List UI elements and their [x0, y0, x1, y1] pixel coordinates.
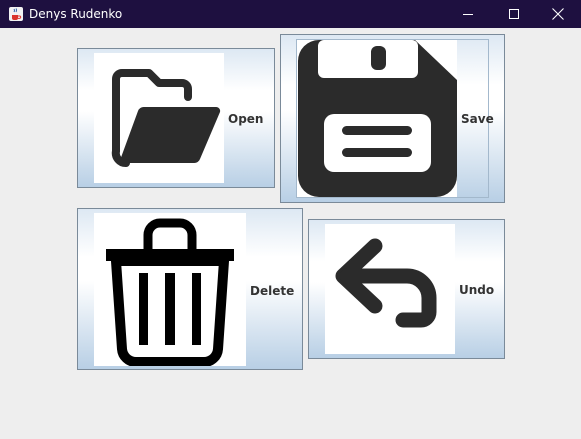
- maximize-button[interactable]: [491, 0, 537, 28]
- delete-label: Delete: [250, 284, 295, 298]
- save-button[interactable]: Save: [280, 34, 505, 203]
- save-label: Save: [461, 112, 494, 126]
- open-label: Open: [228, 112, 264, 126]
- window-title: Denys Rudenko: [29, 7, 123, 21]
- content-pane: Open Save Delete Undo: [0, 28, 581, 439]
- open-button[interactable]: Open: [77, 48, 275, 188]
- close-button[interactable]: [535, 0, 581, 28]
- floppy-disk-icon: [297, 40, 457, 197]
- folder-open-icon: [94, 53, 224, 183]
- title-bar[interactable]: Denys Rudenko: [0, 0, 581, 28]
- maximize-icon: [509, 9, 519, 19]
- trash-can-icon: [94, 213, 246, 366]
- undo-arrow-icon: [325, 224, 455, 354]
- java-cup-icon: [8, 6, 24, 22]
- undo-label: Undo: [459, 283, 495, 297]
- minimize-icon: [463, 14, 473, 15]
- minimize-button-real[interactable]: [445, 0, 491, 28]
- undo-button[interactable]: Undo: [308, 219, 505, 359]
- close-icon: [552, 8, 564, 20]
- delete-button[interactable]: Delete: [77, 208, 303, 370]
